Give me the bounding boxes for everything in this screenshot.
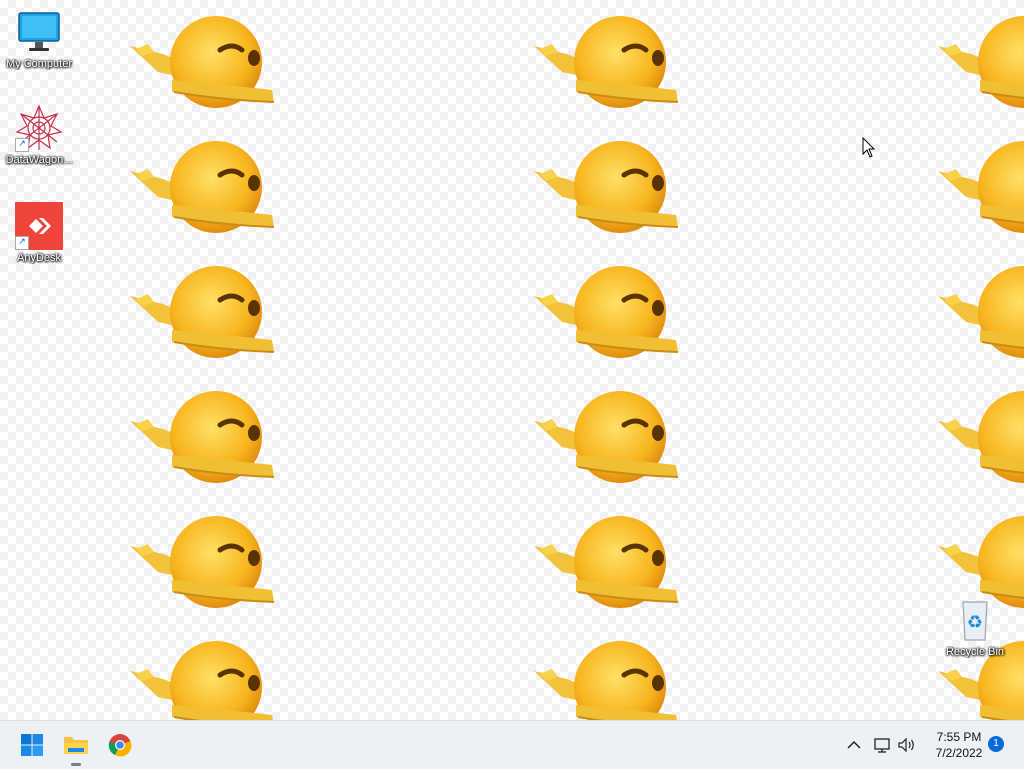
chevron-up-icon [847, 740, 861, 749]
clock-date: 7/2/2022 [935, 746, 983, 760]
dabbing-emoji [532, 14, 692, 124]
dabbing-emoji [532, 514, 692, 624]
desktop-icon-anydesk[interactable]: ↗ AnyDesk [0, 202, 78, 264]
dabbing-emoji [532, 389, 692, 499]
dabbing-emoji [128, 139, 288, 249]
network-button[interactable] [870, 733, 894, 757]
dabbing-emoji [128, 639, 288, 720]
mouse-cursor-icon [862, 136, 876, 163]
desktop-icon-label: AnyDesk [16, 252, 62, 264]
shortcut-arrow-icon: ↗ [15, 138, 29, 152]
desktop-icon-label: My Computer [5, 58, 73, 70]
dabbing-emoji [936, 14, 1024, 124]
svg-text:♻: ♻ [967, 612, 983, 633]
desktop-wallpaper [0, 0, 1024, 720]
dabbing-emoji [128, 264, 288, 374]
dabbing-emoji [532, 639, 692, 720]
shortcut-arrow-icon: ↗ [15, 236, 29, 250]
monitor-icon [15, 8, 63, 56]
chrome-button[interactable] [104, 729, 136, 761]
dabbing-emoji [128, 389, 288, 499]
dabbing-emoji [128, 14, 288, 124]
dabbing-emoji [532, 139, 692, 249]
datawagon-icon: ↗ [15, 104, 63, 152]
desktop-icon-my-computer[interactable]: My Computer [0, 8, 78, 70]
folder-icon [64, 737, 88, 754]
active-app-indicator [71, 763, 81, 766]
show-hidden-icons-button[interactable] [842, 733, 866, 757]
recycle-bin-icon: ♻ [951, 596, 999, 644]
clock-time: 7:55 PM [936, 730, 982, 744]
volume-icon [898, 737, 914, 753]
dabbing-emoji [532, 264, 692, 374]
start-button[interactable] [16, 729, 48, 761]
dabbing-emoji [936, 389, 1024, 499]
dabbing-emoji [936, 264, 1024, 374]
volume-button[interactable] [895, 733, 919, 757]
desktop-icon-recycle-bin[interactable]: ♻ Recycle Bin [936, 596, 1014, 658]
desktop-icon-label: DataWagon... [5, 154, 73, 166]
taskbar: 7:55 PM 7/2/2022 [0, 720, 1024, 769]
windows-icon [21, 734, 43, 756]
desktop-icon-label: Recycle Bin [945, 646, 1005, 658]
network-icon [874, 738, 890, 753]
dabbing-emoji [936, 139, 1024, 249]
notification-badge[interactable]: 1 [988, 736, 1004, 752]
desktop-icon-datawagon[interactable]: ↗ DataWagon... [0, 104, 78, 166]
file-explorer-button[interactable] [60, 729, 92, 761]
chrome-icon [108, 734, 132, 757]
anydesk-icon: ↗ [15, 202, 63, 250]
dabbing-emoji [128, 514, 288, 624]
system-clock[interactable]: 7:55 PM 7/2/2022 [924, 729, 994, 761]
